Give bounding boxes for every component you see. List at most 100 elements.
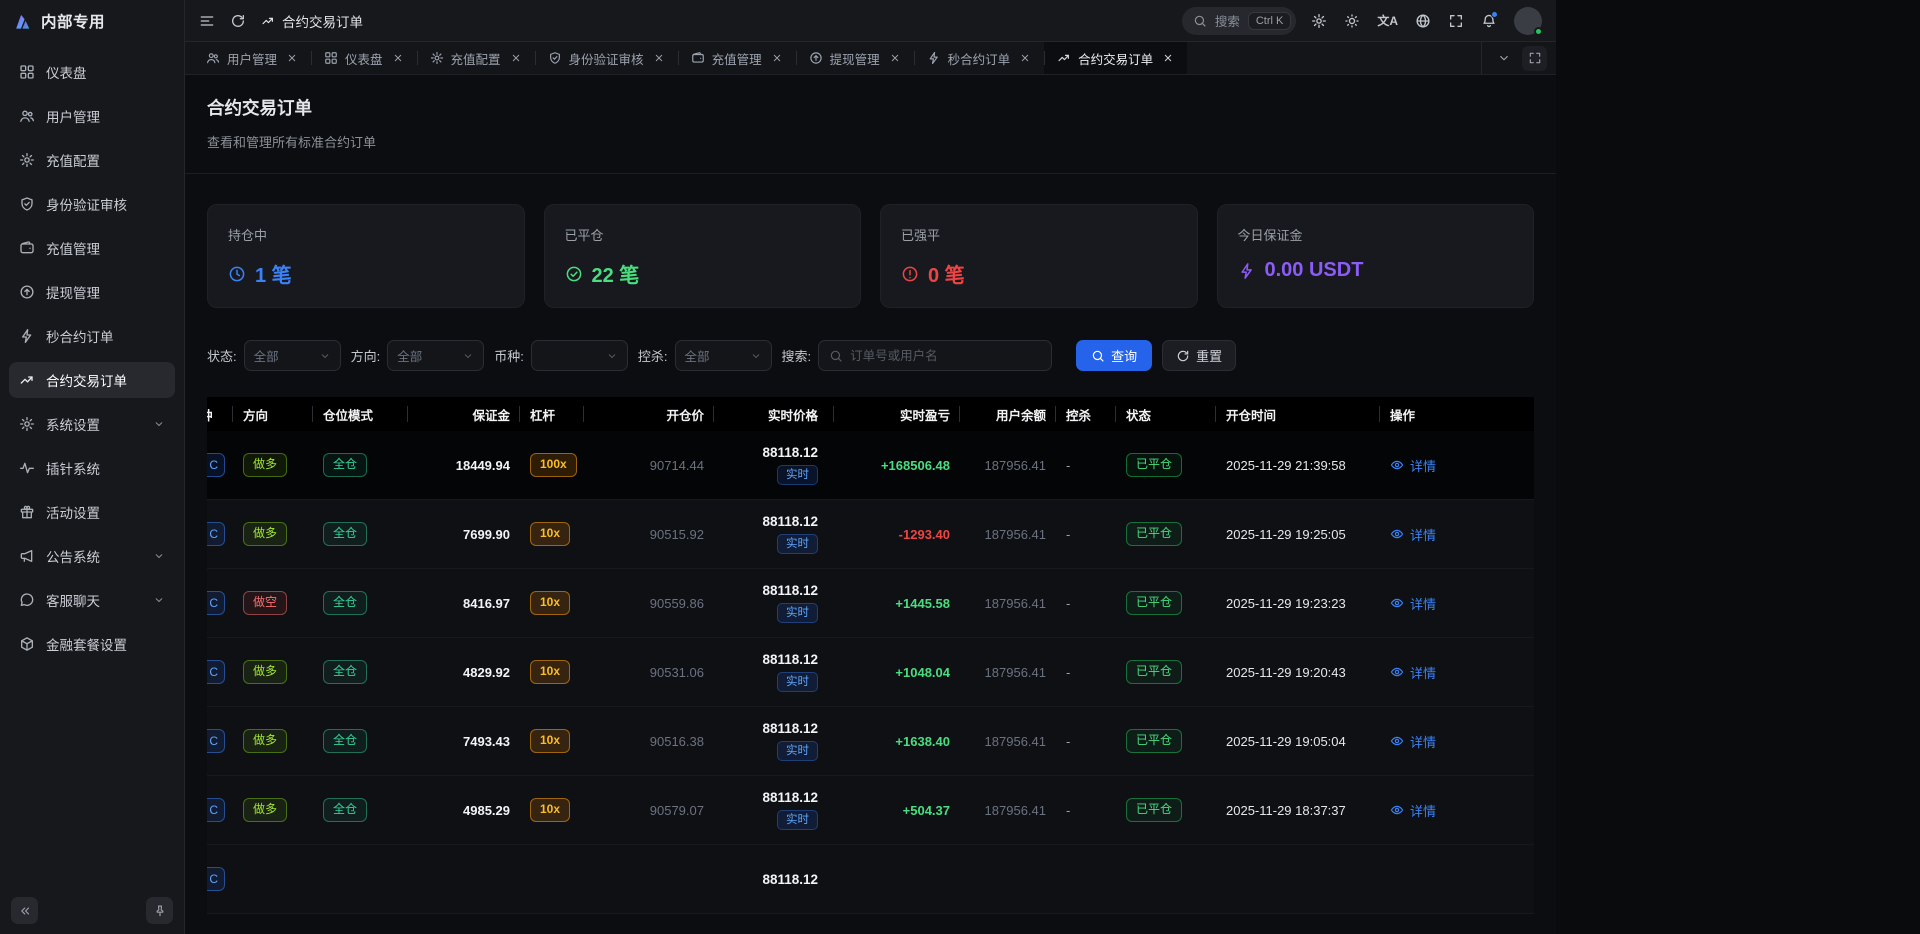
close-tab-icon[interactable] (653, 52, 665, 64)
close-tab-icon[interactable] (889, 52, 901, 64)
col-action: 操作 (1380, 397, 1534, 431)
detail-link[interactable]: 详情 (1390, 801, 1436, 820)
order-search-input[interactable] (850, 349, 1041, 363)
content-fullscreen-button[interactable] (1522, 46, 1547, 71)
query-button[interactable]: 查询 (1076, 340, 1152, 371)
table-row[interactable]: C 做多 全仓 7493.43 10x 90516.38 88118.12实时 … (207, 707, 1534, 776)
main-area: 合约交易订单 搜索 Ctrl K 文A 用户管理 仪表盘 充值配置 身份 (185, 0, 1556, 934)
tab-label: 仪表盘 (345, 49, 383, 68)
tab-label: 提现管理 (830, 49, 880, 68)
global-search-button[interactable]: 搜索 Ctrl K (1182, 7, 1297, 35)
megaphone-icon (19, 548, 35, 564)
pin-sidebar-button[interactable] (146, 897, 173, 924)
sidebar-item-contract-trade-orders[interactable]: 合约交易订单 (9, 362, 175, 398)
table-row[interactable]: C 做多 全仓 18449.94 100x 90714.44 88118.12实… (207, 431, 1534, 500)
table-row[interactable]: C 做多 全仓 4985.29 10x 90579.07 88118.12实时 … (207, 776, 1534, 845)
sidebar-item-finance-package-settings[interactable]: 金融套餐设置 (9, 626, 175, 662)
sidebar-item-label: 合约交易订单 (46, 370, 127, 390)
language-button[interactable]: 文A (1377, 12, 1398, 29)
collapse-sidebar-button[interactable] (11, 897, 38, 924)
kill-select[interactable]: 全部 (675, 340, 772, 371)
close-tab-icon[interactable] (1162, 52, 1174, 64)
sidebar-item-support-chat[interactable]: 客服聊天 (9, 582, 175, 618)
notifications-button[interactable] (1481, 13, 1497, 29)
sidebar-item-withdrawal-management[interactable]: 提现管理 (9, 274, 175, 310)
breadcrumb: 合约交易订单 (261, 11, 363, 31)
avatar[interactable] (1514, 7, 1542, 35)
tab-user-management[interactable]: 用户管理 (193, 42, 311, 74)
user-balance: 187956.41 (985, 665, 1046, 680)
reset-button[interactable]: 重置 (1162, 340, 1236, 371)
coin-select[interactable] (531, 340, 628, 371)
close-tab-icon[interactable] (392, 52, 404, 64)
col-open-time: 开仓时间 (1216, 397, 1380, 431)
search-icon (829, 349, 843, 363)
detail-link[interactable]: 详情 (1390, 456, 1436, 475)
close-tab-icon[interactable] (286, 52, 298, 64)
trend-up-icon (261, 14, 275, 28)
close-tab-icon[interactable] (771, 52, 783, 64)
sidebar-item-dashboard[interactable]: 仪表盘 (9, 54, 175, 90)
close-tab-icon[interactable] (1019, 52, 1031, 64)
tab-recharge-management[interactable]: 充值管理 (678, 42, 796, 74)
menu-toggle-button[interactable] (199, 13, 215, 29)
live-tag: 实时 (777, 603, 818, 624)
stat-card-holding: 持仓中 1 笔 (207, 204, 525, 308)
col-open-price: 开仓价 (584, 397, 714, 431)
table-row[interactable]: C 做多 全仓 7699.90 10x 90515.92 88118.12实时 … (207, 500, 1534, 569)
table-row-partial[interactable]: C 88118.12 (207, 845, 1534, 914)
table-header-row: 种 方向 仓位模式 保证金 杠杆 开仓价 实时价格 实时盈亏 用户余额 控杀 状… (207, 397, 1534, 431)
direction-badge: 做多 (243, 660, 287, 684)
sidebar-item-announcement-system[interactable]: 公告系统 (9, 538, 175, 574)
position-mode-badge: 全仓 (323, 591, 367, 615)
open-price: 90714.44 (650, 458, 704, 473)
wallet-icon (19, 240, 35, 256)
kill-filter-label: 控杀: (638, 346, 668, 365)
tab-contract-trade-orders[interactable]: 合约交易订单 (1044, 42, 1187, 74)
page-header: 合约交易订单 查看和管理所有标准合约订单 (185, 75, 1556, 174)
detail-link[interactable]: 详情 (1390, 525, 1436, 544)
direction-filter-group: 方向: 全部 (351, 340, 485, 371)
sidebar-item-system-settings[interactable]: 系统设置 (9, 406, 175, 442)
sidebar-item-user-management[interactable]: 用户管理 (9, 98, 175, 134)
sidebar-item-recharge-management[interactable]: 充值管理 (9, 230, 175, 266)
tab-withdrawal-management[interactable]: 提现管理 (796, 42, 914, 74)
sidebar-item-second-contract-orders[interactable]: 秒合约订单 (9, 318, 175, 354)
live-price: 88118.12 (762, 872, 818, 887)
search-filter-group: 搜索: (782, 340, 1053, 371)
coin-badge: C (207, 522, 225, 546)
kill-control-value: - (1066, 734, 1070, 749)
status-filter-label: 状态: (207, 346, 237, 365)
search-shortcut-badge: Ctrl K (1248, 12, 1292, 30)
tab-label: 充值管理 (712, 49, 762, 68)
tab-dashboard[interactable]: 仪表盘 (311, 42, 417, 74)
detail-link[interactable]: 详情 (1390, 663, 1436, 682)
tab-second-contract-orders[interactable]: 秒合约订单 (914, 42, 1045, 74)
sidebar-item-label: 客服聊天 (46, 590, 100, 610)
position-mode-badge: 全仓 (323, 660, 367, 684)
sidebar-item-activity-settings[interactable]: 活动设置 (9, 494, 175, 530)
sidebar-item-kyc-review[interactable]: 身份验证审核 (9, 186, 175, 222)
user-balance: 187956.41 (985, 596, 1046, 611)
sidebar-item-recharge-config[interactable]: 充值配置 (9, 142, 175, 178)
theme-toggle-button[interactable] (1344, 13, 1360, 29)
detail-link[interactable]: 详情 (1390, 594, 1436, 613)
close-tab-icon[interactable] (510, 52, 522, 64)
settings-button[interactable] (1311, 13, 1327, 29)
coin-filter-group: 币种: (494, 340, 628, 371)
table-row[interactable]: C 做多 全仓 4829.92 10x 90531.06 88118.12实时 … (207, 638, 1534, 707)
timezone-globe-button[interactable] (1415, 13, 1431, 29)
tab-list-dropdown-button[interactable] (1491, 46, 1516, 71)
tab-recharge-config[interactable]: 充值配置 (417, 42, 535, 74)
table-row[interactable]: C 做空 全仓 8416.97 10x 90559.86 88118.12实时 … (207, 569, 1534, 638)
detail-link[interactable]: 详情 (1390, 732, 1436, 751)
gift-icon (19, 504, 35, 520)
refresh-button[interactable] (230, 13, 246, 29)
status-select[interactable]: 全部 (244, 340, 341, 371)
live-tag: 实时 (777, 810, 818, 831)
fullscreen-button[interactable] (1448, 13, 1464, 29)
sidebar-item-pin-system[interactable]: 插针系统 (9, 450, 175, 486)
tab-kyc-review[interactable]: 身份验证审核 (535, 42, 678, 74)
direction-select[interactable]: 全部 (387, 340, 484, 371)
tab-label: 秒合约订单 (948, 49, 1011, 68)
